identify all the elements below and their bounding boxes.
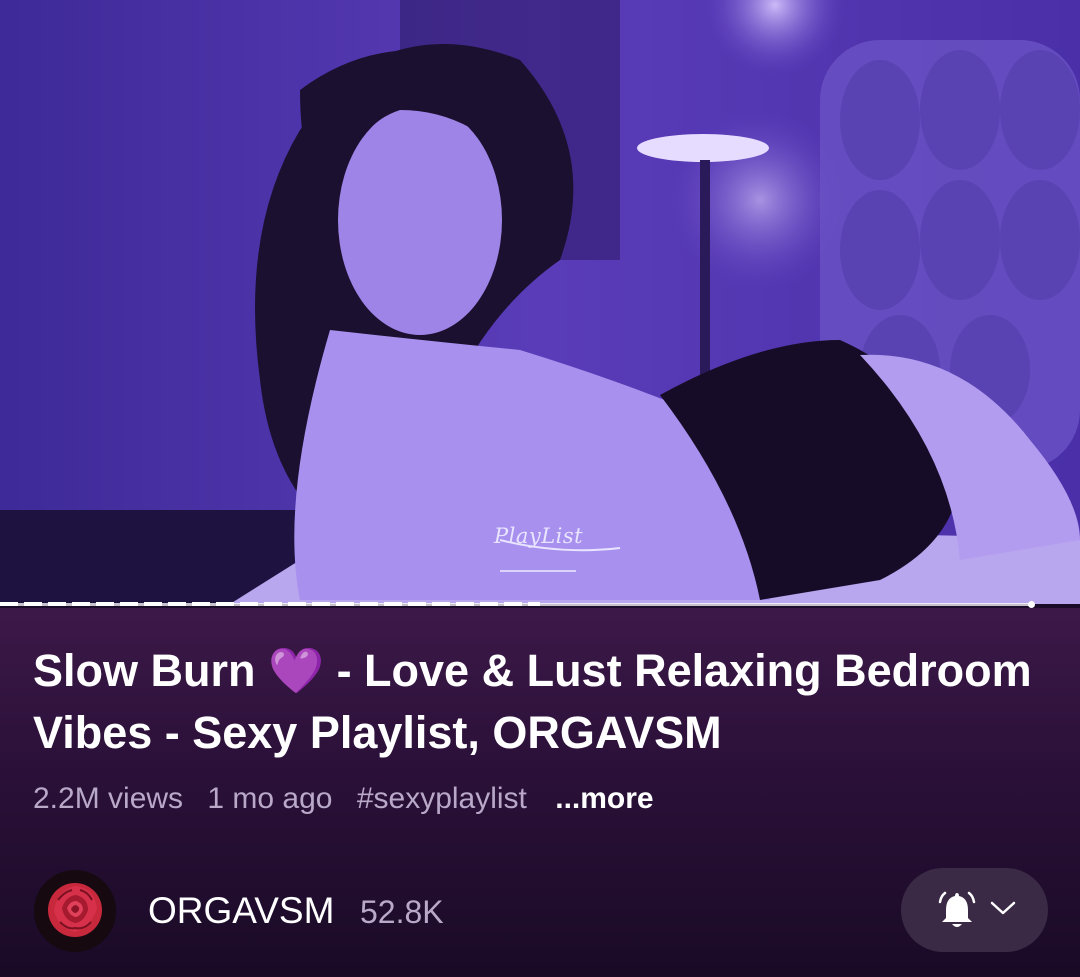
bell-icon [938, 891, 976, 927]
chevron-down-icon [990, 901, 1016, 915]
title-part-1: Slow Burn [33, 645, 256, 696]
notification-bell-button[interactable] [901, 868, 1048, 952]
video-title[interactable]: Slow Burn 💜 - Love & Lust Relaxing Bedro… [33, 640, 1043, 764]
avatar[interactable] [34, 870, 116, 952]
view-count: 2.2M views [33, 782, 184, 815]
more-button[interactable]: ...more [555, 782, 653, 815]
video-progress-bar[interactable] [0, 600, 1080, 608]
video-thumbnail [0, 0, 1080, 604]
subscriber-count: 52.8K [360, 894, 444, 930]
channel-row: ORGAVSM 52.8K [0, 862, 1080, 962]
playlist-overlay-text: PlayList [494, 524, 584, 548]
hashtag-link[interactable]: #sexyplaylist [357, 782, 527, 815]
video-metadata[interactable]: 2.2M views 1 mo ago #sexyplaylist ...mor… [33, 782, 670, 816]
progress-knob[interactable] [1028, 601, 1035, 608]
progress-played [0, 602, 540, 606]
upload-age: 1 mo ago [207, 782, 333, 815]
video-player[interactable]: PlayList [0, 0, 1080, 604]
video-info-panel: Slow Burn 💜 - Love & Lust Relaxing Bedro… [0, 608, 1080, 977]
rose-icon [34, 870, 116, 952]
purple-heart-emoji: 💜 [268, 645, 325, 696]
channel-name[interactable]: ORGAVSM [148, 890, 334, 932]
